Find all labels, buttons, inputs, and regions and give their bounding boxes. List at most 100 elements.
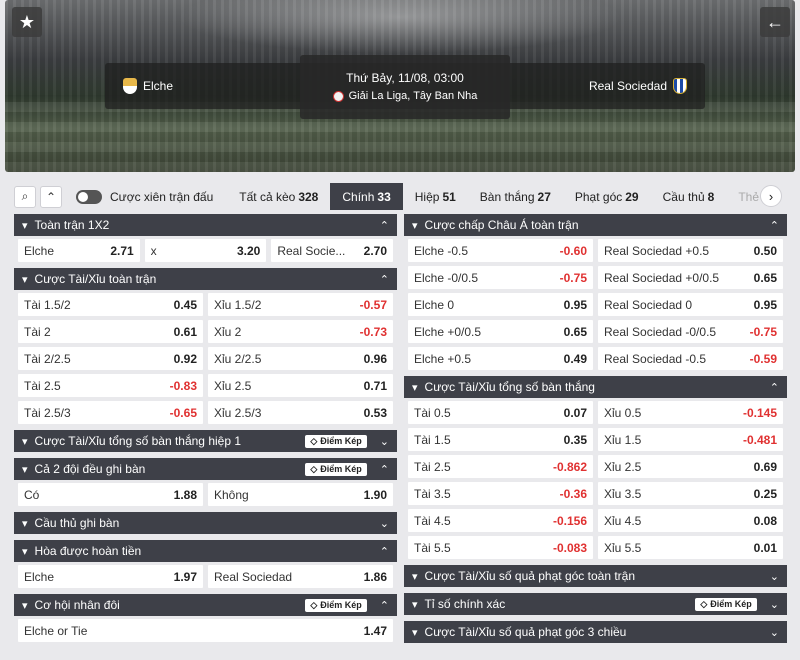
odds-cell[interactable]: x 3.20 <box>144 239 267 262</box>
selection-label: Xỉu 4.5 <box>604 513 642 528</box>
selection-label: Tài 1.5 <box>414 432 451 447</box>
market-header[interactable]: ▾ Cược Tài/Xỉu toàn trận ⌃ <box>14 268 397 290</box>
odds-cell[interactable]: Xỉu 0.5 -0.145 <box>598 401 783 424</box>
league-name: Giải La Liga, Tây Ban Nha <box>348 90 478 102</box>
market-header[interactable]: ▾ Tỉ số chính xác ◇ Điểm Kép ⌄ <box>404 593 787 615</box>
odds-value: -0.36 <box>559 486 587 501</box>
market-header[interactable]: ▾ Cược Tài/Xỉu số quả phạt góc toàn trận… <box>404 565 787 587</box>
odds-cell[interactable]: Xỉu 2 -0.73 <box>208 320 393 343</box>
odds-cell[interactable]: Elche 0 0.95 <box>408 293 593 316</box>
odds-cell[interactable]: Tài 4.5 -0.156 <box>408 509 593 532</box>
selection-label: Xỉu 2.5 <box>214 378 252 393</box>
tab-all[interactable]: Tất cả kèo 328 <box>227 183 330 210</box>
odds-cell[interactable]: Tài 2.5 -0.862 <box>408 455 593 478</box>
selection-label: Real Sociedad <box>214 569 293 584</box>
tab-main[interactable]: Chính 33 <box>330 183 403 210</box>
odds-cell[interactable]: Tài 2.5/3 -0.65 <box>18 401 203 424</box>
back-button[interactable]: ← <box>760 7 790 37</box>
odds-value: 1.86 <box>363 569 387 584</box>
odds-row: Elche -0.5 -0.60 Real Sociedad +0.5 0.50 <box>408 239 783 262</box>
selection-label: Elche <box>24 569 55 584</box>
odds-cell[interactable]: Elche -0.5 -0.60 <box>408 239 593 262</box>
favorite-star-button[interactable]: ★ <box>12 7 42 37</box>
odds-cell[interactable]: Elche -0/0.5 -0.75 <box>408 266 593 289</box>
tab-players[interactable]: Cầu thủ 8 <box>651 183 727 210</box>
odds-cell[interactable]: Real Sociedad -0/0.5 -0.75 <box>598 320 783 343</box>
tab-corners[interactable]: Phạt góc 29 <box>563 183 651 210</box>
odds-row: Tài 2 0.61 Xỉu 2 -0.73 <box>18 320 393 343</box>
odds-cell[interactable]: Xỉu 2/2.5 0.96 <box>208 347 393 370</box>
odds-cell[interactable]: Xỉu 2.5/3 0.53 <box>208 401 393 424</box>
selection-label: Real Sociedad -0.5 <box>604 351 707 366</box>
odds-cell[interactable]: Elche 1.97 <box>18 565 203 588</box>
selection-label: Tài 4.5 <box>414 513 451 528</box>
odds-cell[interactable]: Real Sociedad +0.5 0.50 <box>598 239 783 262</box>
odds-cell[interactable]: Tài 2.5 -0.83 <box>18 374 203 397</box>
market-header[interactable]: ▾ Hòa được hoàn tiền ⌃ <box>14 540 397 562</box>
search-button[interactable]: ⌕ <box>14 185 36 208</box>
odds-cell[interactable]: Xỉu 1.5 -0.481 <box>598 428 783 451</box>
market-header[interactable]: ▾ Cược chấp Châu Á toàn trận ⌃ <box>404 214 787 236</box>
market-header[interactable]: ▾ Toàn trận 1X2 ⌃ <box>14 214 397 236</box>
odds-cell[interactable]: Real Socie... 2.70 <box>271 239 394 262</box>
combo-toggle[interactable] <box>76 189 102 204</box>
market-header[interactable]: ▾ Cược Tài/Xỉu số quả phạt góc 3 chiều ⌄ <box>404 621 787 643</box>
odds-cell[interactable]: Tài 5.5 -0.083 <box>408 536 593 559</box>
odds-cell[interactable]: Real Sociedad 1.86 <box>208 565 393 588</box>
odds-cell[interactable]: Tài 2 0.61 <box>18 320 203 343</box>
market-asian-handicap: ▾ Cược chấp Châu Á toàn trận ⌃ Elche -0.… <box>404 214 787 370</box>
market-filter-bar: ⌕ ⌃ Cược xiên trận đấu Tất cả kèo 328 Chí… <box>14 183 786 210</box>
odds-cell[interactable]: Elche 2.71 <box>18 239 140 262</box>
odds-cell[interactable]: Elche +0.5 0.49 <box>408 347 593 370</box>
selection-label: Tài 2 <box>24 324 51 339</box>
odds-cell[interactable]: Xỉu 1.5/2 -0.57 <box>208 293 393 316</box>
odds-cell[interactable]: Xỉu 4.5 0.08 <box>598 509 783 532</box>
double-points-badge: ◇ Điểm Kép <box>305 434 367 448</box>
double-points-badge: ◇ Điểm Kép <box>305 462 367 476</box>
odds-cell[interactable]: Real Sociedad +0/0.5 0.65 <box>598 266 783 289</box>
odds-cell[interactable]: Xỉu 5.5 0.01 <box>598 536 783 559</box>
odds-cell[interactable]: Elche +0/0.5 0.65 <box>408 320 593 343</box>
odds-cell[interactable]: Tài 3.5 -0.36 <box>408 482 593 505</box>
odds-cell[interactable]: Xỉu 3.5 0.25 <box>598 482 783 505</box>
odds-value: 0.45 <box>173 297 197 312</box>
market-header[interactable]: ▾ Cược Tài/Xỉu tổng số bàn thắng ⌃ <box>404 376 787 398</box>
right-markets: ▾ Cược chấp Châu Á toàn trận ⌃ Elche -0.… <box>404 214 787 649</box>
market-header[interactable]: ▾ Cơ hội nhân đôi ◇ Điểm Kép ⌃ <box>14 594 397 616</box>
selection-label: Có <box>24 487 40 502</box>
odds-cell[interactable]: Xỉu 2.5 0.69 <box>598 455 783 478</box>
odds-row: Elche -0/0.5 -0.75 Real Sociedad +0/0.5 0.6… <box>408 266 783 289</box>
odds-row: Tài 2.5 -0.862 Xỉu 2.5 0.69 <box>408 455 783 478</box>
odds-value: 0.61 <box>173 324 197 339</box>
odds-cell[interactable]: Real Sociedad 0 0.95 <box>598 293 783 316</box>
odds-value: 0.96 <box>363 351 387 366</box>
odds-cell[interactable]: Xỉu 2.5 0.71 <box>208 374 393 397</box>
chevron-up-icon: ⌃ <box>379 273 389 286</box>
odds-row: Tài 1.5/2 0.45 Xỉu 1.5/2 -0.57 <box>18 293 393 316</box>
tabs-next-button[interactable]: › <box>760 185 782 207</box>
tab-goals[interactable]: Bàn thắng 27 <box>468 183 563 210</box>
odds-cell[interactable]: Tài 2/2.5 0.92 <box>18 347 203 370</box>
odds-cell[interactable]: Tài 1.5 0.35 <box>408 428 593 451</box>
home-team-name: Elche <box>143 79 174 93</box>
match-hero: ★ ← Elche Real Sociedad Thứ Bảy, 11/08, … <box>5 0 795 172</box>
odds-cell[interactable]: Real Sociedad -0.5 -0.59 <box>598 347 783 370</box>
odds-row: Có 1.88 Không 1.90 <box>18 483 393 506</box>
odds-cell[interactable]: Tài 0.5 0.07 <box>408 401 593 424</box>
market-header[interactable]: ▾ Cầu thủ ghi bàn ⌄ <box>14 512 397 534</box>
chevron-up-icon: ⌃ <box>379 545 389 558</box>
collapse-all-button[interactable]: ⌃ <box>40 185 62 208</box>
market-header[interactable]: ▾ Cả 2 đội đều ghi bàn ◇ Điểm Kép ⌃ <box>14 458 397 480</box>
odds-cell[interactable]: Không 1.90 <box>208 483 393 506</box>
odds-cell[interactable]: Có 1.88 <box>18 483 203 506</box>
odds-cell[interactable]: Elche or Tie 1.47 <box>18 619 393 642</box>
odds-value: -0.59 <box>749 351 777 366</box>
odds-cell[interactable]: Tài 1.5/2 0.45 <box>18 293 203 316</box>
market-correct-score: ▾ Tỉ số chính xác ◇ Điểm Kép ⌄ <box>404 593 787 615</box>
selection-label: Elche 0 <box>414 297 455 312</box>
market-header[interactable]: ▾ Cược Tài/Xỉu tổng số bàn thắng hiệp 1 … <box>14 430 397 452</box>
match-info: Thứ Bảy, 11/08, 03:00 Giải La Liga, Tây … <box>300 55 510 119</box>
odds-value: -0.65 <box>169 405 197 420</box>
tab-half[interactable]: Hiệp 51 <box>403 183 468 210</box>
odds-value: 0.08 <box>753 513 777 528</box>
